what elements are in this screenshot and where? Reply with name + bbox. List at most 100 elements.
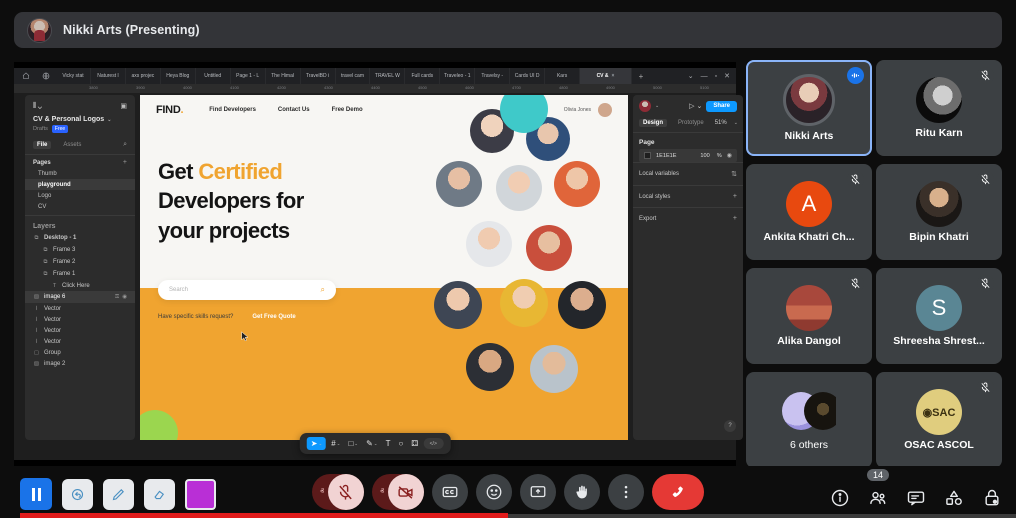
raise-hand-button[interactable] <box>563 474 600 510</box>
undo-annotation-button[interactable] <box>62 478 93 510</box>
right-controls[interactable]: 14 <box>830 469 1002 508</box>
browser-tab[interactable]: axs projec <box>126 68 161 84</box>
browser-tab[interactable]: Full cards <box>405 68 441 84</box>
figma-section-row[interactable]: Local styles + <box>633 185 743 207</box>
figma-right-sections[interactable]: Local variables ⇅ Local styles + Export + <box>633 162 743 229</box>
layer-item[interactable]: ⧉ Frame 1 <box>25 268 135 280</box>
close-window-icon[interactable]: ✕ <box>724 72 730 80</box>
page-background-color-row[interactable]: 1E1E1E 100 % ◉ <box>639 149 737 162</box>
host-controls-button[interactable] <box>982 488 1002 508</box>
add-icon[interactable]: + <box>733 215 737 222</box>
browser-tab[interactable]: Heya Blog <box>161 68 196 84</box>
tab-prototype[interactable]: Prototype <box>674 119 708 127</box>
website-nav-links[interactable]: Find Developers Contact Us Free Demo <box>209 107 362 113</box>
browser-tab[interactable]: The Himal <box>266 68 301 84</box>
browser-tab[interactable]: Vicky stat <box>56 68 91 84</box>
globe-icon[interactable] <box>36 68 56 84</box>
page-list-item[interactable]: Thumb <box>25 168 135 179</box>
figma-file-name[interactable]: CV & Personal Logos ⌄ <box>25 116 135 123</box>
camera-toggle-button[interactable] <box>387 474 424 510</box>
reactions-button[interactable] <box>475 474 512 510</box>
website-navbar[interactable]: FIND. Find Developers Contact Us Free Demo… <box>140 95 628 125</box>
mic-toggle-button[interactable] <box>328 474 364 510</box>
figma-right-tabs[interactable]: Design Prototype 51% ⌄ <box>633 117 743 133</box>
layers-list[interactable]: ⧉ Desktop - 1 ⧉ Frame 3 ⧉ Frame 2 ⧉ Frame 1 T Cli… <box>25 232 135 369</box>
avatar[interactable] <box>598 103 612 117</box>
layer-item[interactable]: ▨ image 6 ⚿ ◉ <box>25 291 135 303</box>
chevron-down-icon[interactable]: ⌄ <box>655 103 659 109</box>
browser-tab-active[interactable]: CV & × <box>580 68 632 84</box>
browser-tab[interactable]: Kars <box>545 68 581 84</box>
browser-tab-strip[interactable]: Vicky stat Naturest l axs projec Heya Blog U… <box>14 68 736 84</box>
avatar[interactable] <box>639 100 651 112</box>
eraser-button[interactable] <box>144 478 175 510</box>
components-tool[interactable]: ⚃ <box>408 439 421 448</box>
people-button[interactable]: 14 <box>866 469 890 508</box>
shared-screen-stage[interactable]: Vicky stat Naturest l axs projec Heya Blog U… <box>14 62 743 466</box>
move-tool[interactable]: ➤ ⌄ <box>306 437 327 450</box>
chevron-down-icon[interactable]: ⌄ <box>688 72 694 80</box>
camera-control[interactable]: ⱏ <box>372 474 424 510</box>
captions-button[interactable] <box>431 474 468 510</box>
page-list-item[interactable]: Logo <box>25 190 135 201</box>
layer-actions[interactable]: ⚿ ◉ <box>115 294 127 301</box>
visibility-eye-icon[interactable]: ◉ <box>122 294 127 301</box>
chevron-down-icon[interactable]: ⌄ <box>734 120 738 126</box>
chevron-down-icon[interactable]: ⌄ <box>374 441 378 447</box>
shape-tool[interactable]: □ ⌄ <box>345 439 361 448</box>
mic-control[interactable]: ⱏ <box>312 474 364 510</box>
website-search-input[interactable]: Search ⌕ <box>158 280 336 300</box>
present-button[interactable] <box>519 474 556 510</box>
layer-item[interactable]: ⌇ Vector <box>25 325 135 336</box>
participant-tile[interactable]: Nikki Arts <box>746 60 872 156</box>
participant-tile[interactable]: Bipin Khatri <box>876 164 1002 260</box>
participant-grid[interactable]: Nikki Arts Ritu Karn A Ankita Khatri Ch... B… <box>746 60 1002 468</box>
activities-button[interactable] <box>944 488 964 508</box>
browser-tab[interactable]: Page 1 - L <box>231 68 266 84</box>
design-canvas-website[interactable]: FIND. Find Developers Contact Us Free Demo… <box>140 95 628 440</box>
layer-item[interactable]: ⧉ Frame 2 <box>25 256 135 268</box>
browser-tab[interactable]: travel cam <box>336 68 371 84</box>
page-list-item[interactable]: CV <box>25 201 135 212</box>
layer-item[interactable]: ▨ image 2 <box>25 358 135 369</box>
chevron-down-icon[interactable]: ⌄ <box>107 117 111 123</box>
participant-tile[interactable]: Alika Dangol <box>746 268 872 364</box>
page-list-item[interactable]: playground <box>25 179 135 190</box>
figma-logo-icon[interactable]: ⦀ ⌄ <box>33 101 42 111</box>
pause-presentation-button[interactable] <box>20 478 52 510</box>
pen-button[interactable] <box>103 478 134 510</box>
sort-icon[interactable]: ⇅ <box>731 170 737 178</box>
zoom-level[interactable]: 51% <box>715 120 727 126</box>
figma-left-panel[interactable]: ⦀ ⌄ ▣ CV & Personal Logos ⌄ Drafts Free … <box>25 95 135 440</box>
chevron-up-icon[interactable]: ⱏ <box>320 487 328 497</box>
text-tool[interactable]: T <box>383 439 394 448</box>
minimize-icon[interactable]: — <box>701 73 708 80</box>
present-icon[interactable]: ▷ ⌄ <box>689 102 702 110</box>
meeting-details-button[interactable] <box>830 488 850 508</box>
search-icon[interactable]: ⌕ <box>321 285 325 295</box>
search-icon[interactable]: ⌕ <box>123 141 127 149</box>
browser-tab[interactable]: Travelsy - <box>475 68 511 84</box>
tab-design[interactable]: Design <box>639 119 668 127</box>
layer-item[interactable]: ⌇ Vector <box>25 336 135 347</box>
pen-tool[interactable]: ✎ ⌄ <box>363 439 380 448</box>
browser-tab[interactable]: Untitled <box>196 68 231 84</box>
visibility-eye-icon[interactable]: ◉ <box>727 152 732 159</box>
window-controls[interactable]: ⌄ — ▫ ✕ <box>650 68 736 84</box>
meeting-controls[interactable]: ⱏ ⱏ <box>312 474 704 510</box>
maximize-icon[interactable]: ▫ <box>715 73 717 80</box>
color-swatch-button[interactable] <box>185 478 216 510</box>
help-icon[interactable]: ? <box>724 420 736 432</box>
figma-section-row[interactable]: Local variables ⇅ <box>633 162 743 185</box>
figma-floating-toolbar[interactable]: ➤ ⌄ # ⌄ □ ⌄ ✎ ⌄ T ○ ⚃ </> <box>299 433 451 454</box>
lock-icon[interactable]: ⚿ <box>115 294 119 301</box>
annotation-toolbar[interactable] <box>20 478 216 510</box>
browser-tab[interactable]: Cards UI D <box>510 68 546 84</box>
figma-left-tabs[interactable]: File Assets ⌕ <box>25 138 135 155</box>
website-account[interactable]: Olivia Jones <box>564 103 612 117</box>
share-button[interactable]: Share <box>706 100 737 112</box>
page-color-hex[interactable]: 1E1E1E <box>656 153 677 159</box>
chevron-down-icon[interactable]: ⌄ <box>318 441 322 447</box>
pages-list[interactable]: Thumb playground Logo CV <box>25 168 135 212</box>
tab-file[interactable]: File <box>33 141 52 149</box>
